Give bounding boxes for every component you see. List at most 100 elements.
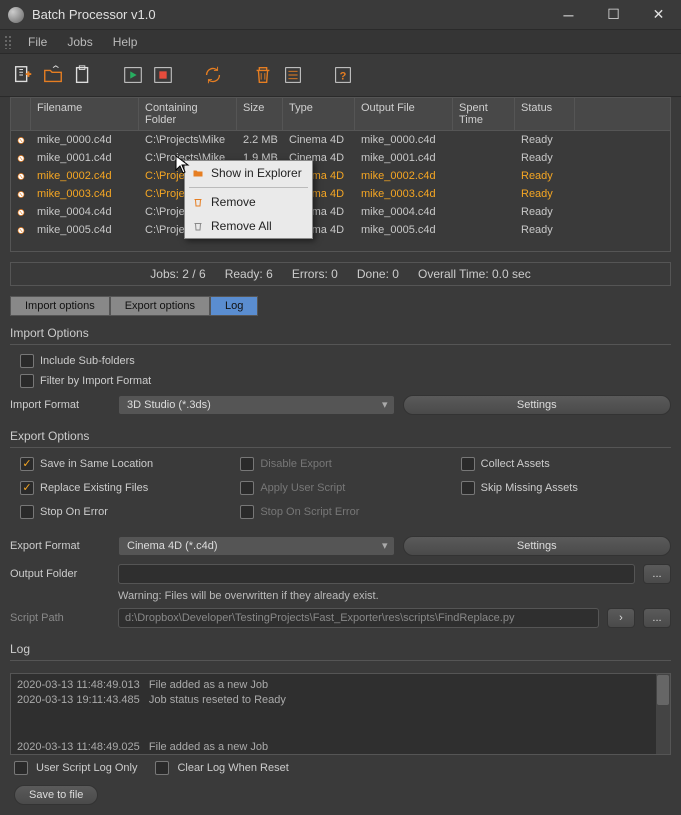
user-script-log-label: User Script Log Only — [36, 762, 137, 774]
cell-filename: mike_0002.c4d — [31, 169, 139, 183]
col-type[interactable]: Type — [283, 98, 355, 130]
cell-output: mike_0005.c4d — [355, 223, 453, 237]
col-size[interactable]: Size — [237, 98, 283, 130]
col-status[interactable]: Status — [515, 98, 575, 130]
col-spent[interactable]: Spent Time — [453, 98, 515, 130]
close-button[interactable]: ✕ — [636, 0, 681, 30]
log-line: 2020-03-13 11:48:49.025 File added as a … — [17, 740, 664, 755]
col-filename[interactable]: Filename — [31, 98, 139, 130]
clear-log-check[interactable] — [155, 761, 169, 775]
script-browse-button[interactable]: ... — [643, 608, 671, 628]
window-title: Batch Processor v1.0 — [32, 7, 546, 22]
table-row[interactable]: mike_0003.c4dC:\Projects\Mike1.9 MBCinem… — [11, 185, 670, 203]
cell-output: mike_0003.c4d — [355, 187, 453, 201]
collect-assets-check[interactable] — [461, 457, 475, 471]
status-jobs: Jobs: 2 / 6 — [150, 267, 205, 281]
trash-all-icon — [191, 219, 205, 233]
col-output[interactable]: Output File — [355, 98, 453, 130]
script-path-input[interactable]: d:\Dropbox\Developer\TestingProjects\Fas… — [118, 608, 599, 628]
cell-output: mike_0000.c4d — [355, 133, 453, 147]
export-settings-button[interactable]: Settings — [403, 536, 672, 556]
cell-output: mike_0002.c4d — [355, 169, 453, 183]
log-section: Log — [10, 638, 671, 673]
minimize-button[interactable]: ─ — [546, 0, 591, 30]
cell-status: Ready — [515, 205, 575, 219]
include-subfolders-label: Include Sub-folders — [40, 355, 135, 367]
disable-export-check[interactable] — [240, 457, 254, 471]
export-options: Export Options Save in Same Location Dis… — [10, 425, 671, 638]
stop-button[interactable] — [150, 62, 176, 88]
folder-icon — [191, 166, 205, 180]
cell-filename: mike_0000.c4d — [31, 133, 139, 147]
option-tabs: Import options Export options Log — [10, 296, 671, 316]
add-file-button[interactable] — [10, 62, 36, 88]
menu-help[interactable]: Help — [103, 32, 148, 52]
refresh-button[interactable] — [200, 62, 226, 88]
toolbar: ? — [0, 54, 681, 97]
skip-missing-check[interactable] — [461, 481, 475, 495]
cell-spent — [453, 139, 515, 141]
file-icon — [11, 223, 31, 238]
cell-spent — [453, 175, 515, 177]
script-run-button[interactable]: › — [607, 608, 635, 628]
tab-import[interactable]: Import options — [10, 296, 110, 316]
log-scrollbar[interactable] — [656, 674, 670, 754]
include-subfolders-check[interactable] — [20, 354, 34, 368]
cell-spent — [453, 211, 515, 213]
table-row[interactable]: mike_0004.c4dC:\Projects\Mike1.9 MBCinem… — [11, 203, 670, 221]
save-same-check[interactable] — [20, 457, 34, 471]
log-textarea[interactable]: 2020-03-13 11:48:49.013 File added as a … — [10, 673, 671, 755]
col-folder[interactable]: Containing Folder — [139, 98, 237, 130]
import-options: Import Options Include Sub-folders Filte… — [10, 316, 671, 425]
skip-missing-label: Skip Missing Assets — [481, 482, 578, 494]
svg-text:?: ? — [340, 71, 347, 83]
menu-jobs[interactable]: Jobs — [57, 32, 102, 52]
table-row[interactable]: mike_0005.c4dC:\Projects\Mike1.9 MBCinem… — [11, 221, 670, 239]
import-format-dropdown[interactable]: 3D Studio (*.3ds) — [118, 395, 395, 415]
ctx-remove-all[interactable]: Remove All — [185, 214, 312, 238]
help-button[interactable]: ? — [330, 62, 356, 88]
file-icon — [11, 151, 31, 166]
cell-spent — [453, 193, 515, 195]
filter-format-check[interactable] — [20, 374, 34, 388]
replace-files-check[interactable] — [20, 481, 34, 495]
status-bar: Jobs: 2 / 6 Ready: 6 Errors: 0 Done: 0 O… — [10, 262, 671, 286]
play-button[interactable] — [120, 62, 146, 88]
log-line — [17, 724, 664, 739]
open-folder-button[interactable] — [40, 62, 66, 88]
maximize-button[interactable]: ☐ — [591, 0, 636, 30]
export-format-dropdown[interactable]: Cinema 4D (*.c4d) — [118, 536, 395, 556]
apply-script-check[interactable] — [240, 481, 254, 495]
tab-log[interactable]: Log — [210, 296, 258, 316]
cell-spent — [453, 157, 515, 159]
paste-button[interactable] — [70, 62, 96, 88]
tab-export[interactable]: Export options — [110, 296, 210, 316]
save-to-file-button[interactable]: Save to file — [14, 785, 98, 805]
status-errors: Errors: 0 — [292, 267, 338, 281]
table-row[interactable]: mike_0002.c4dC:\Projects\Mike1.9 MBCinem… — [11, 167, 670, 185]
stop-script-check[interactable] — [240, 505, 254, 519]
list-button[interactable] — [280, 62, 306, 88]
cell-output: mike_0004.c4d — [355, 205, 453, 219]
output-browse-button[interactable]: ... — [643, 564, 671, 584]
table-row[interactable]: mike_0001.c4dC:\Projects\Mike1.9 MBCinem… — [11, 149, 670, 167]
status-ready: Ready: 6 — [225, 267, 273, 281]
ctx-show-in-explorer[interactable]: Show in Explorer — [185, 161, 312, 185]
delete-button[interactable] — [250, 62, 276, 88]
cell-output: mike_0001.c4d — [355, 151, 453, 165]
context-menu: Show in Explorer Remove Remove All — [184, 160, 313, 239]
cell-type: Cinema 4D — [283, 133, 355, 147]
import-settings-button[interactable]: Settings — [403, 395, 672, 415]
user-script-log-check[interactable] — [14, 761, 28, 775]
cell-size: 2.2 MB — [237, 133, 283, 147]
cell-filename: mike_0005.c4d — [31, 223, 139, 237]
file-icon — [11, 169, 31, 184]
cell-filename: mike_0003.c4d — [31, 187, 139, 201]
ctx-remove[interactable]: Remove — [185, 190, 312, 214]
output-folder-input[interactable] — [118, 564, 635, 584]
script-path-label: Script Path — [10, 612, 110, 624]
stop-error-check[interactable] — [20, 505, 34, 519]
menu-file[interactable]: File — [18, 32, 57, 52]
table-row[interactable]: mike_0000.c4dC:\Projects\Mike2.2 MBCinem… — [11, 131, 670, 149]
table-header: Filename Containing Folder Size Type Out… — [11, 98, 670, 131]
